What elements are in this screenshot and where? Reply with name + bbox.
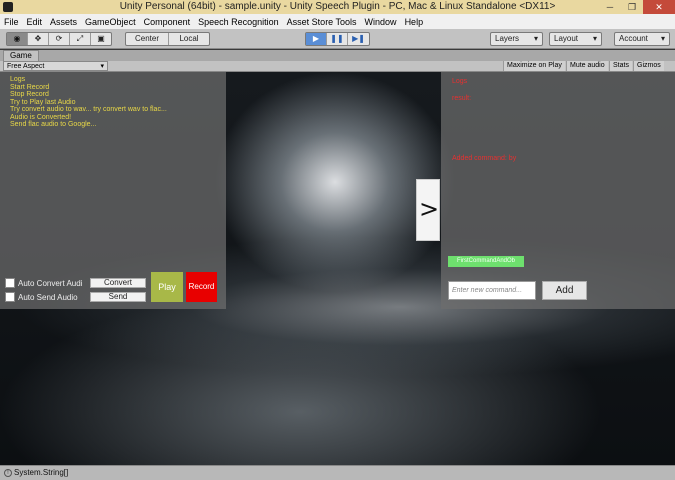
scale-tool-icon[interactable]: ⤢ [70,33,91,45]
log-line: Send flac audio to Google... [10,121,97,128]
stats-toggle[interactable]: Stats [609,61,632,71]
auto-convert-label: Auto Convert Audi [18,278,83,288]
rotate-tool-icon[interactable]: ⟳ [49,33,70,45]
chevron-down-icon: ▾ [592,34,597,43]
move-tool-icon[interactable]: ✥ [28,33,49,45]
window-title: Unity Personal (64bit) - sample.unity - … [119,1,556,12]
menu-assets[interactable]: Assets [50,17,77,27]
layers-dropdown[interactable]: Layers ▾ [490,32,543,46]
gizmos-toggle[interactable]: Gizmos [633,61,664,71]
play-audio-button[interactable]: Play [151,272,183,302]
log-line: Try to Play last Audio [10,98,76,106]
log-line: Audio is Converted! [10,113,72,121]
menu-asset-store-tools[interactable]: Asset Store Tools [287,17,357,27]
status-bar: ! System.String[] [0,465,675,480]
menu-gameobject[interactable]: GameObject [85,17,136,27]
added-command-label: Added command: by [452,155,517,162]
game-view: Logs Start Record Stop Record Try to Pla… [0,72,675,465]
window-title-bar: Unity Personal (64bit) - sample.unity - … [0,0,675,14]
send-button[interactable]: Send [90,292,146,302]
auto-send-checkbox[interactable] [5,292,15,302]
info-icon: ! [4,469,12,477]
command-tag[interactable]: FirstCommandAndOb [448,256,524,267]
pivot-toggles: Center Local [125,32,210,46]
chevron-right-icon: > [419,195,440,223]
pivot-center-toggle[interactable]: Center [126,33,169,45]
main-toolbar: ◉ ✥ ⟳ ⤢ ▣ Center Local ▶ ❚❚ ▶❚ Layers ▾ … [0,29,675,49]
play-icon[interactable]: ▶ [306,33,327,45]
auto-convert-row: Auto Convert Audi [5,278,82,288]
log-line: Start Record [10,83,50,91]
status-message[interactable]: System.String[] [14,468,68,477]
log-line: Try convert audio to wav... try convert … [10,106,167,113]
menu-window[interactable]: Window [365,17,397,27]
add-command-button[interactable]: Add [542,281,587,300]
chevron-down-icon: ▾ [533,34,538,43]
commands-logs-label: Logs [452,78,468,85]
aspect-label: Free Aspect [7,63,45,70]
pause-icon[interactable]: ❚❚ [327,33,348,45]
playback-controls: ▶ ❚❚ ▶❚ [305,32,370,46]
restore-button[interactable]: ❐ [621,0,643,14]
transform-tools: ◉ ✥ ⟳ ⤢ ▣ [6,32,112,46]
convert-button[interactable]: Convert [90,278,146,288]
recorder-panel: Logs Start Record Stop Record Try to Pla… [0,72,226,309]
account-label: Account [619,34,648,43]
menu-bar: File Edit Assets GameObject Component Sp… [0,14,675,29]
tab-row: Game [0,50,675,61]
close-button[interactable]: ✕ [643,0,675,14]
view-tool-eye-icon[interactable]: ◉ [7,33,28,45]
maximize-on-play-toggle[interactable]: Maximize on Play [503,61,565,71]
layout-dropdown[interactable]: Layout ▾ [549,32,602,46]
pivot-local-toggle[interactable]: Local [169,33,209,45]
window-controls: ─ ❐ ✕ [599,0,675,14]
layout-label: Layout [554,34,579,43]
tab-game[interactable]: Game [3,50,39,61]
menu-file[interactable]: File [4,17,19,27]
layers-label: Layers [495,34,520,43]
rect-tool-icon[interactable]: ▣ [91,33,111,45]
new-command-input[interactable]: Enter new command... [448,281,536,300]
menu-speech-recognition[interactable]: Speech Recognition [198,17,279,27]
aspect-dropdown[interactable]: Free Aspect ▾ [3,61,108,71]
auto-send-row: Auto Send Audio [5,292,78,302]
mute-audio-toggle[interactable]: Mute audio [566,61,608,71]
chevron-down-icon: ▾ [100,63,104,70]
menu-edit[interactable]: Edit [27,17,43,27]
minimize-button[interactable]: ─ [599,0,621,14]
step-icon[interactable]: ▶❚ [348,33,369,45]
menu-component[interactable]: Component [144,17,191,27]
log-line: Logs [10,76,26,83]
result-label: result: [452,95,472,102]
log-line: Stop Record [10,91,49,98]
panel-toggle-button[interactable]: > [416,179,440,241]
record-button[interactable]: Record [186,272,217,302]
game-view-options: Free Aspect ▾ Maximize on Play Mute audi… [0,61,675,72]
auto-convert-checkbox[interactable] [5,278,15,288]
menu-help[interactable]: Help [405,17,424,27]
chevron-down-icon: ▾ [660,34,665,43]
commands-panel: Logs result: Added command: by FirstComm… [441,72,675,309]
recorder-log: Logs Start Record Stop Record Try to Pla… [10,76,167,129]
auto-send-label: Auto Send Audio [18,292,78,302]
account-dropdown[interactable]: Account ▾ [614,32,670,46]
